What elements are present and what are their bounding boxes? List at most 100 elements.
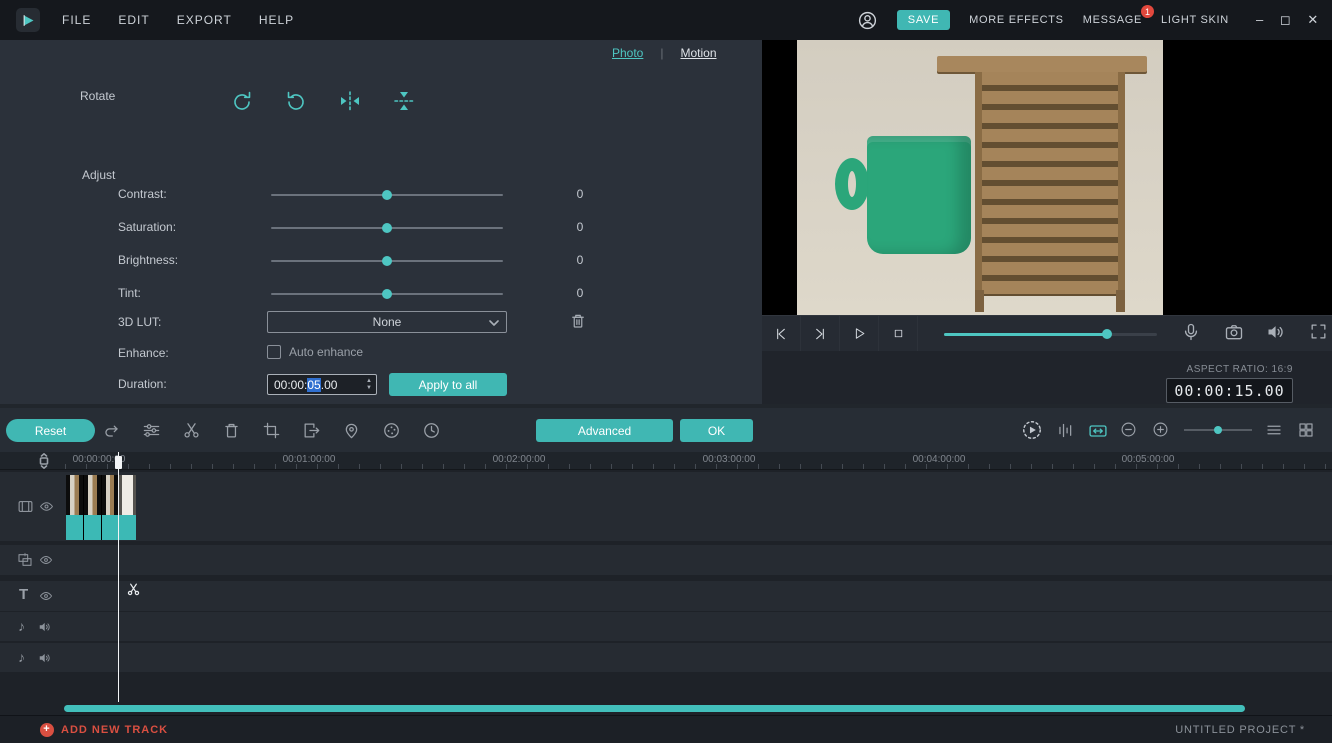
list-view-icon[interactable] xyxy=(1265,421,1284,440)
text-track-visibility-eye-icon[interactable] xyxy=(39,589,53,603)
edit-panel-tabs: Photo | Motion xyxy=(612,46,717,60)
text-track-row[interactable] xyxy=(0,581,1332,611)
minimize-button[interactable]: – xyxy=(1256,12,1264,28)
stop-button[interactable] xyxy=(879,315,919,352)
menu-edit[interactable]: EDIT xyxy=(118,13,149,27)
rotate-cw-icon[interactable] xyxy=(230,89,254,113)
adjust-sliders-icon[interactable] xyxy=(142,421,161,440)
video-track-icon xyxy=(17,498,34,515)
snapshot-camera-icon[interactable] xyxy=(1224,322,1247,346)
current-timecode[interactable]: 00:00:15.00 xyxy=(1166,378,1293,403)
apply-to-all-button[interactable]: Apply to all xyxy=(389,373,507,396)
maximize-button[interactable]: ◻ xyxy=(1280,12,1292,28)
timeline-horizontal-scrollbar[interactable] xyxy=(64,705,1245,712)
pip-track-visibility-eye-icon[interactable] xyxy=(39,553,53,567)
crop-icon[interactable] xyxy=(262,421,281,440)
account-icon[interactable] xyxy=(857,10,878,31)
music-track-2-mute-icon[interactable] xyxy=(38,651,52,665)
auto-enhance-checkbox[interactable] xyxy=(267,345,281,359)
duration-stepper[interactable]: ▲ ▼ xyxy=(366,378,376,391)
video-clip[interactable] xyxy=(66,475,136,540)
menu-file[interactable]: FILE xyxy=(62,13,91,27)
playhead-handle[interactable] xyxy=(115,456,122,469)
light-skin-button[interactable]: LIGHT SKIN xyxy=(1161,14,1229,26)
tint-value: 0 xyxy=(576,286,584,300)
more-effects-button[interactable]: MORE EFFECTS xyxy=(969,14,1064,26)
slider-knob[interactable] xyxy=(382,223,392,233)
enhance-label: Enhance: xyxy=(118,346,169,360)
timeline-gutter-icon[interactable] xyxy=(37,453,51,469)
contrast-label: Contrast: xyxy=(118,187,167,201)
menu-export[interactable]: EXPORT xyxy=(177,13,232,27)
volume-icon[interactable] xyxy=(1266,322,1289,346)
wooden-rack xyxy=(975,72,1125,296)
saturation-slider[interactable] xyxy=(271,222,503,234)
slider-knob[interactable] xyxy=(382,190,392,200)
video-preview[interactable] xyxy=(762,40,1332,315)
flip-vertical-icon[interactable] xyxy=(392,89,416,113)
music-track-1-mute-icon[interactable] xyxy=(38,620,52,634)
timeline-zoom-slider[interactable] xyxy=(1184,424,1252,436)
mug-handle xyxy=(835,158,869,210)
seek-knob[interactable] xyxy=(1102,328,1113,339)
brightness-slider[interactable] xyxy=(271,255,503,267)
ruler-label: 00:02:00:00 xyxy=(492,454,546,465)
lut-delete-icon[interactable] xyxy=(569,311,589,333)
contrast-slider[interactable] xyxy=(271,189,503,201)
duration-input[interactable]: 00:00: 05.00 ▲ ▼ xyxy=(267,374,377,395)
seek-slider[interactable] xyxy=(944,328,1158,340)
tab-photo[interactable]: Photo xyxy=(612,46,643,60)
tint-slider[interactable] xyxy=(271,288,503,300)
reset-button[interactable]: Reset xyxy=(6,419,95,442)
audio-track-row-2[interactable] xyxy=(0,643,1332,672)
message-button[interactable]: MESSAGE 1 xyxy=(1083,5,1155,26)
audio-track-row-1[interactable] xyxy=(0,612,1332,641)
overlay-track-row[interactable] xyxy=(0,545,1332,575)
next-frame-button[interactable] xyxy=(801,315,841,352)
wooden-rack-top xyxy=(937,56,1147,72)
slider-knob[interactable] xyxy=(382,289,392,299)
plus-circle-icon: + xyxy=(40,722,54,737)
add-new-track-button[interactable]: + ADD NEW TRACK xyxy=(40,722,168,737)
skip-to-start-button[interactable] xyxy=(762,315,802,352)
saturation-value: 0 xyxy=(576,220,584,234)
ok-button[interactable]: OK xyxy=(680,419,753,442)
delete-trash-icon[interactable] xyxy=(222,421,241,440)
video-track-visibility-eye-icon[interactable] xyxy=(39,499,54,514)
timeline-ruler[interactable]: 00:00:00:00 00:01:00:00 00:02:00:00 00:0… xyxy=(0,452,1332,470)
playhead[interactable] xyxy=(118,452,119,702)
tab-motion[interactable]: Motion xyxy=(680,46,716,60)
menu-help[interactable]: HELP xyxy=(259,13,294,27)
close-button[interactable]: ✕ xyxy=(1307,12,1319,28)
split-scissors-icon[interactable] xyxy=(182,421,201,440)
stepper-down-icon[interactable]: ▼ xyxy=(366,385,372,391)
render-preview-icon[interactable] xyxy=(1021,419,1043,441)
zoom-in-icon[interactable] xyxy=(1152,421,1171,440)
play-button[interactable] xyxy=(840,315,880,352)
timeline-tracks: T ♪ ♪ xyxy=(0,470,1332,715)
save-button[interactable]: SAVE xyxy=(896,10,951,30)
export-frame-icon[interactable] xyxy=(302,421,321,440)
chevron-down-icon xyxy=(489,319,499,327)
ruler-label: 00:05:00:00 xyxy=(1121,454,1175,465)
voiceover-mic-icon[interactable] xyxy=(1181,322,1204,346)
flip-horizontal-icon[interactable] xyxy=(338,89,362,113)
slider-knob[interactable] xyxy=(382,256,392,266)
audio-mixer-icon[interactable] xyxy=(1056,421,1075,440)
marker-icon[interactable] xyxy=(342,421,361,440)
speed-clock-icon[interactable] xyxy=(422,421,441,440)
lut-dropdown[interactable]: None xyxy=(267,311,507,333)
zoom-out-icon[interactable] xyxy=(1120,421,1139,440)
color-palette-icon[interactable] xyxy=(382,421,401,440)
video-track-row[interactable] xyxy=(0,472,1332,541)
fit-timeline-icon[interactable] xyxy=(1088,421,1107,440)
fullscreen-icon[interactable] xyxy=(1309,322,1332,346)
message-badge: 1 xyxy=(1141,5,1155,18)
advanced-button[interactable]: Advanced xyxy=(536,419,673,442)
zoom-knob[interactable] xyxy=(1214,426,1222,434)
grid-view-icon[interactable] xyxy=(1297,421,1316,440)
redo-icon[interactable] xyxy=(102,421,121,440)
rotate-ccw-icon[interactable] xyxy=(284,89,308,113)
stepper-up-icon[interactable]: ▲ xyxy=(366,378,372,384)
window-controls: – ◻ ✕ xyxy=(1256,12,1319,28)
